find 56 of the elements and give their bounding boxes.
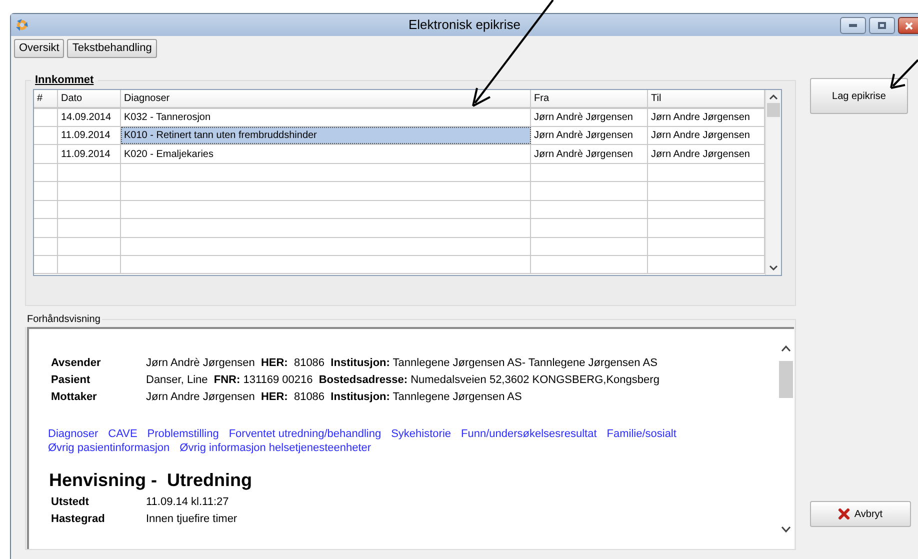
table-cell: 14.09.2014 [58,108,121,126]
section-link[interactable]: Øvrig pasientinformasjon [48,441,170,455]
app-logo-icon [15,18,29,32]
cross-icon [838,508,850,520]
group-title: Innkommet [34,73,95,88]
window-title: Elektronisk epikrise [408,16,520,34]
section-link[interactable]: Sykehistorie [391,427,452,441]
column-header[interactable]: Til [648,90,765,106]
scroll-thumb[interactable] [778,361,792,398]
column-header[interactable]: Dato [58,90,121,106]
section-link[interactable]: Familie/sosialt [606,427,676,441]
create-button[interactable]: Lag epikrise [810,78,908,114]
table-row[interactable]: 11.09.2014 K010 - Retinert tann uten frembruddshinder Jørn Andrè Jørgensen Jørn Andre Jørgensen [34,126,765,146]
annotation-arrow [890,59,918,89]
field-value: Innen tjuefire timer [146,512,238,528]
maximize-button[interactable] [869,17,895,34]
table-cell: Jørn Andrè Jørgensen [531,145,648,163]
scroll-down-icon[interactable] [769,264,778,270]
scroll-up-icon[interactable] [769,94,778,100]
close-icon [904,22,912,30]
close-button[interactable] [898,17,918,34]
table-cell: Jørn Andrè Jørgensen [531,126,648,144]
section-link[interactable]: Diagnoser [48,427,98,441]
section-link[interactable]: Problemstilling [147,427,219,441]
toolbar-button[interactable]: Oversikt [14,39,64,58]
field-label: Mottaker [51,390,98,406]
toolbar-button[interactable]: Tekstbehandling [67,39,157,58]
section-link[interactable]: CAVE [108,427,138,441]
field-label: Hastegrad [51,512,106,528]
field-value: 11.09.14 kl.11:27 [146,495,229,510]
field-value: Danser, Line FNR: 131169 00216 Bostedsadresse: Numedalsveien 52,3602 KONGSBERG,Kongsberg [146,373,660,388]
scroll-up-icon[interactable] [780,345,790,352]
table-cell: K020 - Emaljekaries [121,145,531,163]
field-value: Jørn Andrè Jørgensen HER: 81086 Institusjon: Tannlegene Jørgensen AS- Tannlegene Jørgensen AS [146,356,658,372]
scrollbar[interactable] [765,90,781,274]
table-cell: K032 - Tannerosjon [121,108,531,126]
section-link[interactable]: Øvrig informasjon helsetjenesteenheter [180,441,372,455]
table-cell: Jørn Andrè Jørgensen [531,108,648,126]
section-link[interactable]: Funn/undersøkelsesresultat [461,427,597,441]
scroll-thumb[interactable] [767,102,780,116]
minimize-button[interactable] [840,17,866,34]
table-row[interactable]: 11.09.2014 K020 - Emaljekaries Jørn Andrè Jørgensen Jørn Andre Jørgensen [34,145,765,164]
column-header[interactable]: Diagnoser [121,90,531,106]
field-label: Pasient [51,373,92,388]
column-header[interactable]: Fra [531,90,648,106]
table-cell: 11.09.2014 [58,145,121,163]
document-heading: Henvisning - Utredning [49,469,254,492]
field-label: Avsender [51,356,102,372]
scroll-down-icon[interactable] [780,526,790,533]
field-value: Jørn Andre Jørgensen HER: 81086 Institusjon: Tannlegene Jørgensen AS [146,390,522,406]
section-link[interactable]: Forventet utredning/behandling [228,427,382,441]
group-title: Forhåndsvisning [26,313,102,327]
table-cell: K010 - Retinert tann uten frembruddshinder [121,126,531,144]
field-label: Utstedt [51,495,90,510]
cancel-button[interactable]: Avbryt [810,501,911,527]
column-header[interactable]: # [34,90,58,106]
